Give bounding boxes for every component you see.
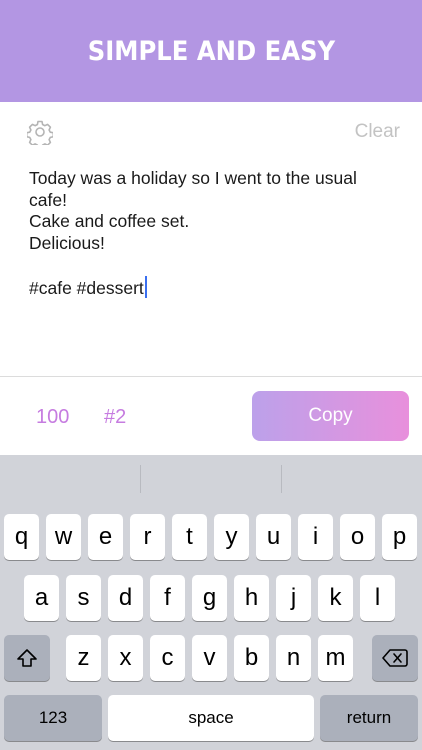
key-c[interactable]: c [150,635,185,681]
return-key[interactable]: return [320,695,418,741]
editor-line: Cake and coffee set. [29,211,190,232]
hashtag-line: #cafe #dessert [29,277,144,298]
key-b[interactable]: b [234,635,269,681]
key-d[interactable]: d [108,575,143,621]
hashtag-count: #2 [104,406,127,428]
editor-line: cafe! [29,189,67,210]
copy-button[interactable]: Copy [252,391,409,441]
text-editor[interactable]: Today was a holiday so I went to the usu… [29,168,399,300]
key-l[interactable]: l [360,575,395,621]
editor-line: Delicious! [29,232,105,253]
key-s[interactable]: s [66,575,101,621]
numbers-key[interactable]: 123 [4,695,102,741]
shift-key[interactable] [4,635,50,681]
key-w[interactable]: w [46,514,81,560]
key-u[interactable]: u [256,514,291,560]
key-g[interactable]: g [192,575,227,621]
toolbar: Clear [0,102,422,160]
key-k[interactable]: k [318,575,353,621]
key-v[interactable]: v [192,635,227,681]
clear-button[interactable]: Clear [355,121,400,143]
key-a[interactable]: a [24,575,59,621]
app-title: SIMPLE AND EASY [87,35,335,67]
character-count: 100 [36,406,70,428]
key-p[interactable]: p [382,514,417,560]
key-r[interactable]: r [130,514,165,560]
key-x[interactable]: x [108,635,143,681]
delete-key[interactable] [372,635,418,681]
shift-icon [17,649,37,667]
key-h[interactable]: h [234,575,269,621]
space-key[interactable]: space [108,695,314,741]
text-caret [144,275,147,298]
gear-icon[interactable] [27,119,53,145]
key-e[interactable]: e [88,514,123,560]
key-n[interactable]: n [276,635,311,681]
editor-line-last: #cafe #dessert [29,275,399,300]
key-i[interactable]: i [298,514,333,560]
prediction-separator [281,465,282,493]
key-y[interactable]: y [214,514,249,560]
key-z[interactable]: z [66,635,101,681]
divider [0,376,422,377]
key-m[interactable]: m [318,635,353,681]
key-t[interactable]: t [172,514,207,560]
backspace-icon [382,649,408,667]
editor-line: Today was a holiday so I went to the usu… [29,168,357,188]
key-o[interactable]: o [340,514,375,560]
header-banner: SIMPLE AND EASY [0,0,422,102]
key-q[interactable]: q [4,514,39,560]
key-j[interactable]: j [276,575,311,621]
prediction-separator [140,465,141,493]
key-f[interactable]: f [150,575,185,621]
